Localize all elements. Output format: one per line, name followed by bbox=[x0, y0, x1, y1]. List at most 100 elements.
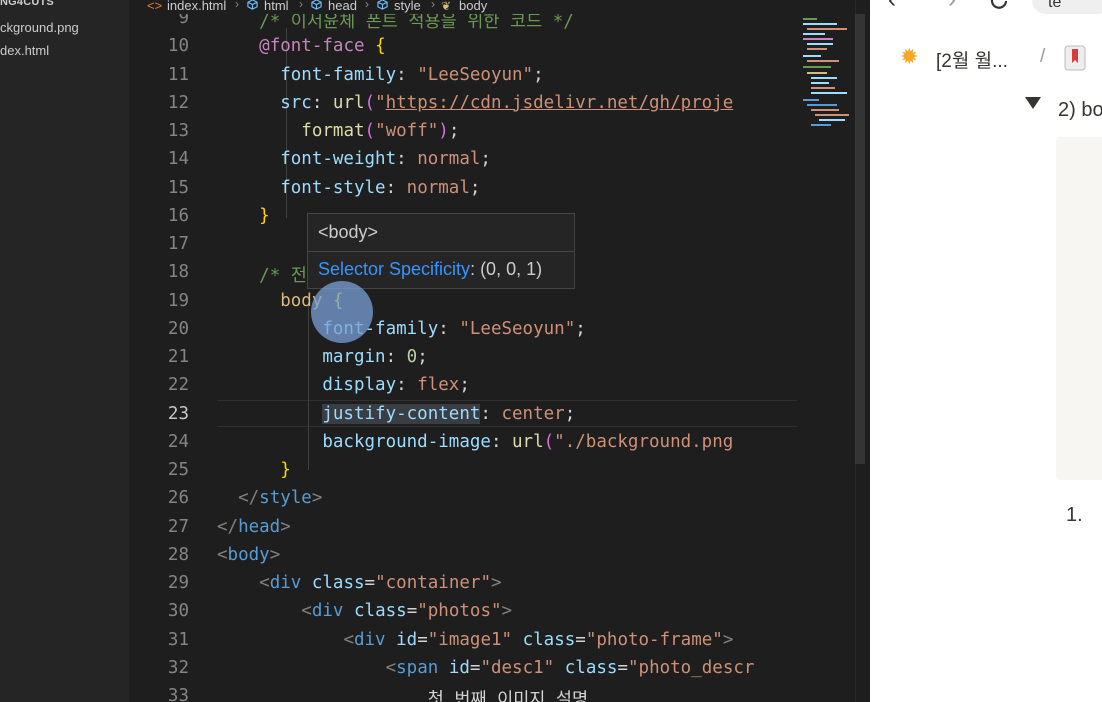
code-line[interactable]: /* 이서윤체 폰트 적용을 위한 코드 */ bbox=[217, 14, 574, 33]
minimap[interactable] bbox=[797, 0, 855, 702]
line-number: 25 bbox=[167, 460, 189, 480]
mouse-cursor-highlight bbox=[311, 281, 373, 343]
code-line[interactable]: font-weight: normal; bbox=[217, 149, 491, 169]
code-token: class bbox=[354, 601, 407, 622]
code-token: ; bbox=[575, 318, 586, 339]
code-token: ; bbox=[564, 403, 576, 424]
breadcrumb-body[interactable]: body bbox=[459, 0, 487, 13]
explorer-section-title[interactable]: NG4CUTS bbox=[0, 0, 54, 8]
code-line[interactable]: </style> bbox=[217, 488, 322, 508]
code-token: https://cdn.jsdelivr.net/gh/proje bbox=[385, 92, 734, 113]
code-line[interactable]: <body> bbox=[217, 545, 280, 565]
line-number: 9 bbox=[178, 14, 189, 28]
code-token: " bbox=[375, 92, 386, 113]
code-block bbox=[1056, 137, 1102, 480]
line-number: 13 bbox=[167, 121, 189, 141]
code-token: > bbox=[722, 629, 734, 650]
ordered-list-number: 1. bbox=[1066, 504, 1083, 526]
line-number: 11 bbox=[167, 64, 189, 85]
code-token: center bbox=[501, 403, 565, 424]
code-line[interactable]: <div id="image1" class="photo-frame"> bbox=[217, 630, 733, 650]
code-token: @font-face bbox=[259, 36, 365, 57]
code-token: ) bbox=[438, 121, 449, 141]
code-line[interactable]: background-image: url("./background.png bbox=[217, 432, 733, 452]
code-line[interactable]: font-style: normal; bbox=[217, 178, 480, 198]
breadcrumb-html[interactable]: html bbox=[264, 0, 289, 13]
code-line[interactable]: @font-face { bbox=[217, 36, 386, 57]
code-line[interactable]: 첫 번째 이미지 설명 bbox=[217, 686, 588, 702]
breadcrumb-head[interactable]: head bbox=[328, 0, 357, 13]
reload-icon[interactable] bbox=[988, 0, 1010, 12]
cube-icon bbox=[377, 0, 388, 10]
line-number: 14 bbox=[167, 149, 189, 170]
line-number: 27 bbox=[167, 516, 189, 537]
code-line[interactable]: <span id="desc1" class="photo_descr bbox=[217, 657, 755, 678]
code-line[interactable]: } bbox=[217, 206, 270, 226]
code-token: "photos" bbox=[417, 601, 502, 622]
code-token: 첫 번째 이미지 설명 bbox=[427, 690, 589, 702]
code-token: "desc1" bbox=[480, 657, 555, 678]
code-token: { bbox=[375, 36, 386, 57]
forward-icon[interactable]: › bbox=[948, 0, 956, 14]
address-bar[interactable]: te bbox=[1032, 0, 1102, 14]
code-line[interactable]: format("woff"); bbox=[217, 121, 459, 141]
breadcrumb: <> index.html › html › head › style › ❦ … bbox=[129, 0, 870, 14]
code-token: background-image bbox=[322, 431, 491, 452]
code-token: display bbox=[322, 375, 397, 396]
code-token: ; bbox=[459, 375, 470, 396]
code-token: ; bbox=[533, 64, 544, 85]
selector-icon: ❦ bbox=[441, 0, 452, 13]
code-token: "image1" bbox=[427, 629, 513, 650]
back-icon[interactable]: ‹ bbox=[888, 0, 896, 14]
code-token: < bbox=[217, 544, 228, 565]
line-number: 20 bbox=[167, 318, 189, 339]
hover-divider bbox=[308, 251, 574, 252]
code-token: div bbox=[353, 629, 386, 650]
code-line[interactable]: justify-content: center; bbox=[217, 403, 576, 424]
code-line[interactable]: font-family: "LeeSeoyun"; bbox=[217, 64, 544, 85]
code-token: flex bbox=[417, 375, 460, 396]
scrollbar-thumb[interactable] bbox=[855, 14, 865, 464]
line-number: 28 bbox=[167, 544, 189, 565]
toggle-triangle-icon[interactable] bbox=[1025, 97, 1041, 109]
code-line[interactable]: margin: 0; bbox=[217, 347, 427, 367]
code-line[interactable]: <div class="photos"> bbox=[217, 601, 512, 621]
breadcrumb-style[interactable]: style bbox=[394, 0, 421, 13]
line-number: 17 bbox=[167, 234, 189, 254]
code-line[interactable]: </head> bbox=[217, 517, 291, 537]
code-token: < bbox=[259, 573, 270, 593]
line-number: 19 bbox=[167, 290, 189, 311]
code-token: : bbox=[385, 347, 407, 367]
file-background-png[interactable]: ckground.png bbox=[0, 20, 79, 35]
code-token: url bbox=[512, 431, 544, 452]
html5-icon: <> bbox=[147, 0, 163, 13]
code-token: url bbox=[332, 92, 365, 113]
code-token: normal bbox=[406, 177, 470, 198]
code-line[interactable]: } bbox=[217, 460, 291, 480]
code-line[interactable]: font-family: "LeeSeoyun"; bbox=[217, 318, 586, 339]
chevron-right-icon: › bbox=[235, 0, 239, 11]
toggle-heading[interactable]: 2) bo bbox=[1058, 99, 1102, 122]
line-number: 24 bbox=[167, 431, 189, 452]
code-token: = bbox=[364, 573, 376, 593]
selector-specificity-link[interactable]: Selector Specificity bbox=[318, 259, 470, 279]
breadcrumb-index-html[interactable]: index.html bbox=[167, 0, 226, 13]
code-token: : bbox=[438, 318, 460, 339]
code-token: > bbox=[311, 488, 323, 509]
code-line[interactable]: <div class="container"> bbox=[217, 573, 501, 593]
page-breadcrumb-1[interactable]: [2월 월... bbox=[936, 46, 1008, 73]
code-line[interactable]: display: flex; bbox=[217, 375, 470, 395]
line-number: 18 bbox=[167, 262, 189, 283]
file-index-html[interactable]: dex.html bbox=[0, 43, 49, 58]
code-editor[interactable]: 9 10 11 12 13 14 15 16 17 18 19 20 21 22 23 24 25 26 27 28 2… bbox=[129, 14, 797, 702]
code-line[interactable]: src: url("https://cdn.jsdelivr.net/gh/pr… bbox=[217, 93, 733, 113]
